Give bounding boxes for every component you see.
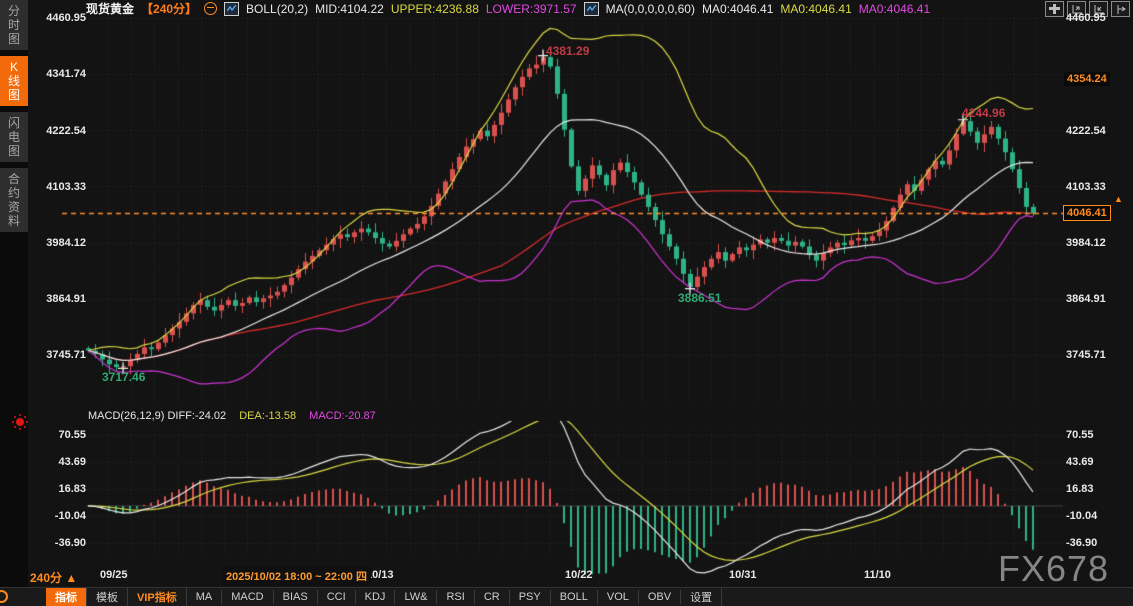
start-low-annotation: 3717.46 xyxy=(102,370,145,384)
macd-tick: 70.55 xyxy=(30,428,86,442)
price-tick: 4103.33 xyxy=(30,180,86,194)
chart-application: 现货黄金 【240分】 BOLL(20,2) MID:4104.22 UPPER… xyxy=(0,0,1133,606)
macd-tick: 43.69 xyxy=(30,455,86,469)
macd-tick: 16.83 xyxy=(1066,482,1094,496)
macd-tick: -10.04 xyxy=(30,509,86,523)
boll-label: BOLL(20,2) xyxy=(246,2,308,16)
macd-dea-value: DEA:-13.58 xyxy=(239,410,296,422)
toolbar-cci[interactable]: CCI xyxy=(318,590,356,604)
price-tick: 3745.71 xyxy=(30,348,86,362)
macd-diff-value: MACD(26,12,9) DIFF:-24.02 xyxy=(88,410,226,422)
sidebar-tab-timeline[interactable]: 分时图 xyxy=(0,0,28,50)
sidebar-tab-lightning[interactable]: 闪电图 xyxy=(0,112,28,162)
upper-price-badge: 4354.24 xyxy=(1064,72,1110,86)
price-tick: 4222.54 xyxy=(30,124,86,138)
ma3-value: MA0:4046.41 xyxy=(859,2,930,16)
macd-indicator-header: MACD(26,12,9) DIFF:-24.02 DEA:-13.58 MAC… xyxy=(88,410,386,422)
macd-tick: -36.90 xyxy=(30,536,86,550)
toolbar-settings[interactable]: 设置 xyxy=(681,588,722,606)
chart-type-sidebar: 分时图 K线图 闪电图 合约资料 xyxy=(0,0,28,588)
crosshair-tool-icon[interactable] xyxy=(1045,1,1064,17)
toolbar-boll[interactable]: BOLL xyxy=(551,590,598,604)
price-tick: 4103.33 xyxy=(1066,180,1106,194)
boll-mid-value: MID:4104.22 xyxy=(315,2,384,16)
date-tick: 09/25 xyxy=(100,569,128,581)
current-price-badge: 4046.41 xyxy=(1063,205,1111,221)
price-tick: 3864.91 xyxy=(30,292,86,306)
alert-icon[interactable] xyxy=(16,418,24,426)
boll-indicator-icon[interactable] xyxy=(224,2,239,16)
boll-upper-value: UPPER:4236.88 xyxy=(391,2,479,16)
toolbar-bias[interactable]: BIAS xyxy=(274,590,318,604)
price-tick: 4460.95 xyxy=(30,11,86,25)
price-tick: 3745.71 xyxy=(1066,348,1106,362)
price-tick: 4222.54 xyxy=(1066,124,1106,138)
sidebar-tab-contract-info[interactable]: 合约资料 xyxy=(0,168,28,232)
macd-tick: 70.55 xyxy=(1066,428,1094,442)
toolbar-cr[interactable]: CR xyxy=(475,590,510,604)
ma-indicator-icon[interactable] xyxy=(584,2,599,16)
toolbar-macd[interactable]: MACD xyxy=(222,590,273,604)
indicator-toolbar: 指标 模板 VIP指标 MA MACD BIAS CCI KDJ LW& RSI… xyxy=(0,587,1133,606)
symbol-name: 现货黄金 xyxy=(86,0,134,17)
peak-price-annotation: 4381.29 xyxy=(546,44,589,58)
date-tick: 10/22 xyxy=(565,569,593,581)
macd-tick: 43.69 xyxy=(1066,455,1094,469)
pan-right-tool-icon[interactable] xyxy=(1111,1,1130,17)
date-tick: 10/31 xyxy=(729,569,757,581)
macd-tick: 16.83 xyxy=(30,482,86,496)
ma-label: MA(0,0,0,0,0,60) xyxy=(606,2,695,16)
corner-icon xyxy=(0,590,8,603)
main-chart-canvas[interactable] xyxy=(28,17,1063,588)
candle-date-tooltip: 2025/10/02 18:00 ~ 22:00 四 xyxy=(222,566,371,586)
price-tick: 4460.95 xyxy=(1066,11,1106,25)
timeframe-button[interactable]: 240分 ▲ xyxy=(30,569,77,586)
toolbar-indicators[interactable]: 指标 xyxy=(46,588,87,606)
indicator-top-bar: 现货黄金 【240分】 BOLL(20,2) MID:4104.22 UPPER… xyxy=(28,0,1133,17)
macd-value: MACD:-20.87 xyxy=(309,410,376,422)
ma2-value: MA0:4046.41 xyxy=(780,2,851,16)
toolbar-kdj[interactable]: KDJ xyxy=(356,590,396,604)
ma1-value: MA0:4046.41 xyxy=(702,2,773,16)
price-tick: 3864.91 xyxy=(1066,292,1106,306)
toolbar-vol[interactable]: VOL xyxy=(598,590,639,604)
fx678-watermark: FX678 xyxy=(998,548,1109,590)
price-arrow-icon: ▲ xyxy=(1114,194,1123,204)
period-label: 【240分】 xyxy=(141,0,197,17)
boll-lower-value: LOWER:3971.57 xyxy=(486,2,577,16)
toolbar-vip-indicators[interactable]: VIP指标 xyxy=(128,588,187,606)
collapse-indicator-icon[interactable] xyxy=(204,2,217,15)
toolbar-lwr[interactable]: LW& xyxy=(395,590,437,604)
price-tick: 4341.74 xyxy=(30,67,86,81)
toolbar-psy[interactable]: PSY xyxy=(510,590,551,604)
macd-tick: -10.04 xyxy=(1066,509,1097,523)
toolbar-ma[interactable]: MA xyxy=(187,590,223,604)
toolbar-rsi[interactable]: RSI xyxy=(437,590,474,604)
price-tick: 3984.12 xyxy=(30,236,86,250)
toolbar-template[interactable]: 模板 xyxy=(87,588,128,606)
toolbar-obv[interactable]: OBV xyxy=(639,590,681,604)
price-tick: 3984.12 xyxy=(1066,236,1106,250)
date-tick: 11/10 xyxy=(864,569,891,581)
second-peak-annotation: 4244.96 xyxy=(962,106,1005,120)
trough-price-annotation: 3886.51 xyxy=(678,291,721,305)
sidebar-tab-kline[interactable]: K线图 xyxy=(0,56,28,106)
